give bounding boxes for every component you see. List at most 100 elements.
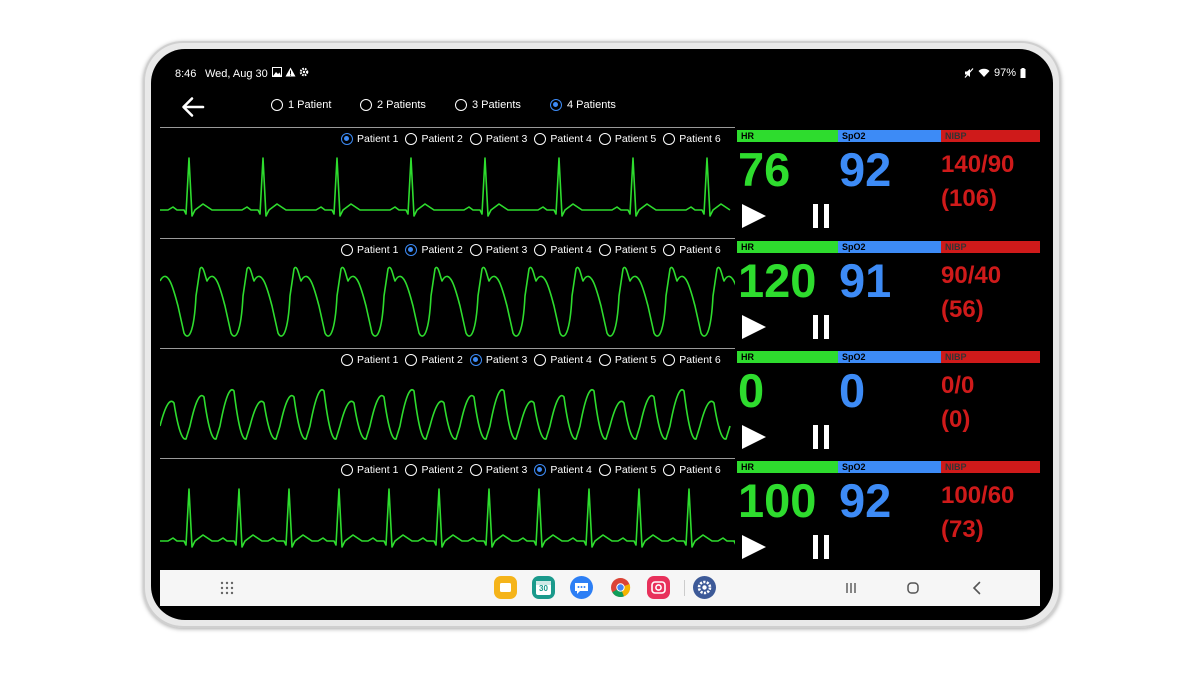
patient-tab[interactable]: Patient 5 bbox=[598, 244, 656, 256]
patient-tab[interactable]: Patient 5 bbox=[598, 464, 656, 476]
spo2-value: 92 bbox=[839, 143, 892, 196]
option-4-patients[interactable]: 4 Patients bbox=[550, 99, 616, 111]
patient-tab[interactable]: Patient 1 bbox=[341, 464, 398, 476]
radio-button[interactable] bbox=[534, 244, 547, 256]
radio-button-selected[interactable] bbox=[405, 244, 418, 256]
back-arrow-icon[interactable] bbox=[180, 94, 206, 120]
radio-button[interactable] bbox=[663, 464, 676, 476]
patient-tab[interactable]: Patient 6 bbox=[663, 354, 721, 366]
pause-icon[interactable] bbox=[810, 424, 832, 450]
patient-tab[interactable]: Patient 5 bbox=[598, 354, 656, 366]
radio-button[interactable] bbox=[341, 354, 353, 366]
folder-app-icon[interactable] bbox=[494, 576, 517, 599]
radio-button[interactable] bbox=[469, 244, 482, 256]
ecg-waveform-area: Patient 1 Patient 2 Patient 3 Patient 4 … bbox=[160, 458, 735, 569]
chrome-app-icon[interactable] bbox=[609, 576, 632, 599]
play-icon[interactable] bbox=[740, 534, 768, 560]
nav-back-icon[interactable] bbox=[966, 577, 988, 599]
patient-tab[interactable]: Patient 3 bbox=[469, 464, 528, 476]
battery-icon bbox=[1020, 68, 1026, 78]
radio-button[interactable] bbox=[598, 464, 611, 476]
spo2-value: 0 bbox=[839, 364, 866, 417]
radio-button[interactable] bbox=[663, 244, 676, 256]
radio-button[interactable] bbox=[598, 354, 611, 366]
nibp-header: NIBP bbox=[941, 241, 1040, 253]
radio-button-selected[interactable] bbox=[469, 354, 482, 366]
radio-button[interactable] bbox=[405, 464, 418, 476]
radio-button-selected[interactable] bbox=[341, 133, 353, 145]
radio-button[interactable] bbox=[534, 354, 547, 366]
ecg-waveform bbox=[160, 388, 731, 440]
option-1-patient[interactable]: 1 Patient bbox=[271, 99, 331, 111]
patient-tab[interactable]: Patient 2 bbox=[405, 354, 463, 366]
app-drawer-icon[interactable] bbox=[216, 577, 238, 599]
radio-button[interactable] bbox=[663, 133, 676, 145]
patient-tab[interactable]: Patient 5 bbox=[598, 133, 656, 145]
nibp-value: 100/60 (73) bbox=[941, 479, 1014, 547]
radio-button[interactable] bbox=[455, 99, 467, 111]
play-icon[interactable] bbox=[740, 203, 768, 229]
settings-app-icon[interactable] bbox=[693, 576, 716, 599]
patient-tab[interactable]: Patient 4 bbox=[534, 464, 592, 476]
radio-button[interactable] bbox=[598, 133, 611, 145]
patient-tab[interactable]: Patient 2 bbox=[405, 464, 463, 476]
vitals-panel: HR SpO2 NIBP 0 0 0/0 (0) bbox=[737, 348, 1040, 458]
patient-tab[interactable]: Patient 4 bbox=[534, 133, 592, 145]
patient-tab[interactable]: Patient 2 bbox=[405, 244, 463, 256]
option-label: 3 Patients bbox=[472, 99, 521, 111]
radio-button[interactable] bbox=[598, 244, 611, 256]
radio-button[interactable] bbox=[534, 133, 547, 145]
patient-tab[interactable]: Patient 3 bbox=[469, 244, 527, 256]
recent-apps-icon[interactable] bbox=[840, 577, 862, 599]
pause-icon[interactable] bbox=[810, 203, 832, 229]
top-navigation: 1 Patient 2 Patients 3 Patients 4 Patien… bbox=[160, 90, 1040, 122]
patient-tab[interactable]: Patient 2 bbox=[405, 133, 463, 145]
patient-tab-label: Patient 6 bbox=[679, 133, 721, 145]
radio-button[interactable] bbox=[469, 464, 482, 476]
patient-tab[interactable]: Patient 3 bbox=[469, 133, 527, 145]
ecg-trace bbox=[160, 266, 735, 337]
option-3-patients[interactable]: 3 Patients bbox=[455, 99, 521, 111]
patient-tab[interactable]: Patient 6 bbox=[663, 244, 721, 256]
patient-tab[interactable]: Patient 6 bbox=[663, 464, 721, 476]
radio-button[interactable] bbox=[405, 133, 418, 145]
radio-button[interactable] bbox=[469, 133, 482, 145]
radio-button[interactable] bbox=[341, 244, 353, 256]
pause-icon[interactable] bbox=[810, 534, 832, 560]
play-icon[interactable] bbox=[740, 424, 768, 450]
spo2-header: SpO2 bbox=[838, 351, 941, 363]
patient-tab[interactable]: Patient 1 bbox=[341, 244, 398, 256]
patient-tab[interactable]: Patient 1 bbox=[341, 354, 398, 366]
radio-button-selected[interactable] bbox=[550, 99, 562, 111]
app-screen: 8:46 Wed, Aug 30 97% 1 Patient 2 Patient… bbox=[160, 62, 1040, 606]
patient-tab-label: Patient 6 bbox=[679, 244, 721, 256]
patient-tab-label: Patient 3 bbox=[485, 464, 528, 476]
patient-tab[interactable]: Patient 3 bbox=[469, 354, 527, 366]
calendar-day: 30 bbox=[539, 584, 548, 593]
nibp-pressure: 140/90 bbox=[941, 151, 1015, 178]
radio-button[interactable] bbox=[663, 354, 676, 366]
ecg-trace bbox=[160, 388, 731, 440]
calendar-app-icon[interactable]: 30 bbox=[532, 576, 555, 599]
ecg-waveform bbox=[160, 266, 735, 337]
home-icon[interactable] bbox=[902, 577, 924, 599]
patient-tab[interactable]: Patient 4 bbox=[534, 244, 592, 256]
patient-tab[interactable]: Patient 6 bbox=[663, 133, 721, 145]
patient-tab-label: Patient 2 bbox=[421, 354, 463, 366]
camera-app-icon[interactable] bbox=[647, 576, 670, 599]
radio-button[interactable] bbox=[360, 99, 372, 111]
pause-icon[interactable] bbox=[810, 314, 832, 340]
radio-button[interactable] bbox=[405, 354, 418, 366]
radio-button[interactable] bbox=[341, 464, 353, 476]
patient-tab[interactable]: Patient 4 bbox=[534, 354, 592, 366]
play-icon[interactable] bbox=[740, 314, 768, 340]
messages-app-icon[interactable] bbox=[570, 576, 593, 599]
ecg-waveform-area: Patient 1 Patient 2 Patient 3 Patient 4 … bbox=[160, 348, 735, 459]
ecg-trace bbox=[160, 157, 731, 217]
radio-button-selected[interactable] bbox=[534, 464, 547, 476]
ecg-trace bbox=[160, 488, 735, 548]
patient-tab[interactable]: Patient 1 bbox=[341, 133, 398, 145]
radio-button[interactable] bbox=[271, 99, 283, 111]
status-date: Wed, Aug 30 bbox=[205, 68, 268, 80]
option-2-patients[interactable]: 2 Patients bbox=[360, 99, 426, 111]
